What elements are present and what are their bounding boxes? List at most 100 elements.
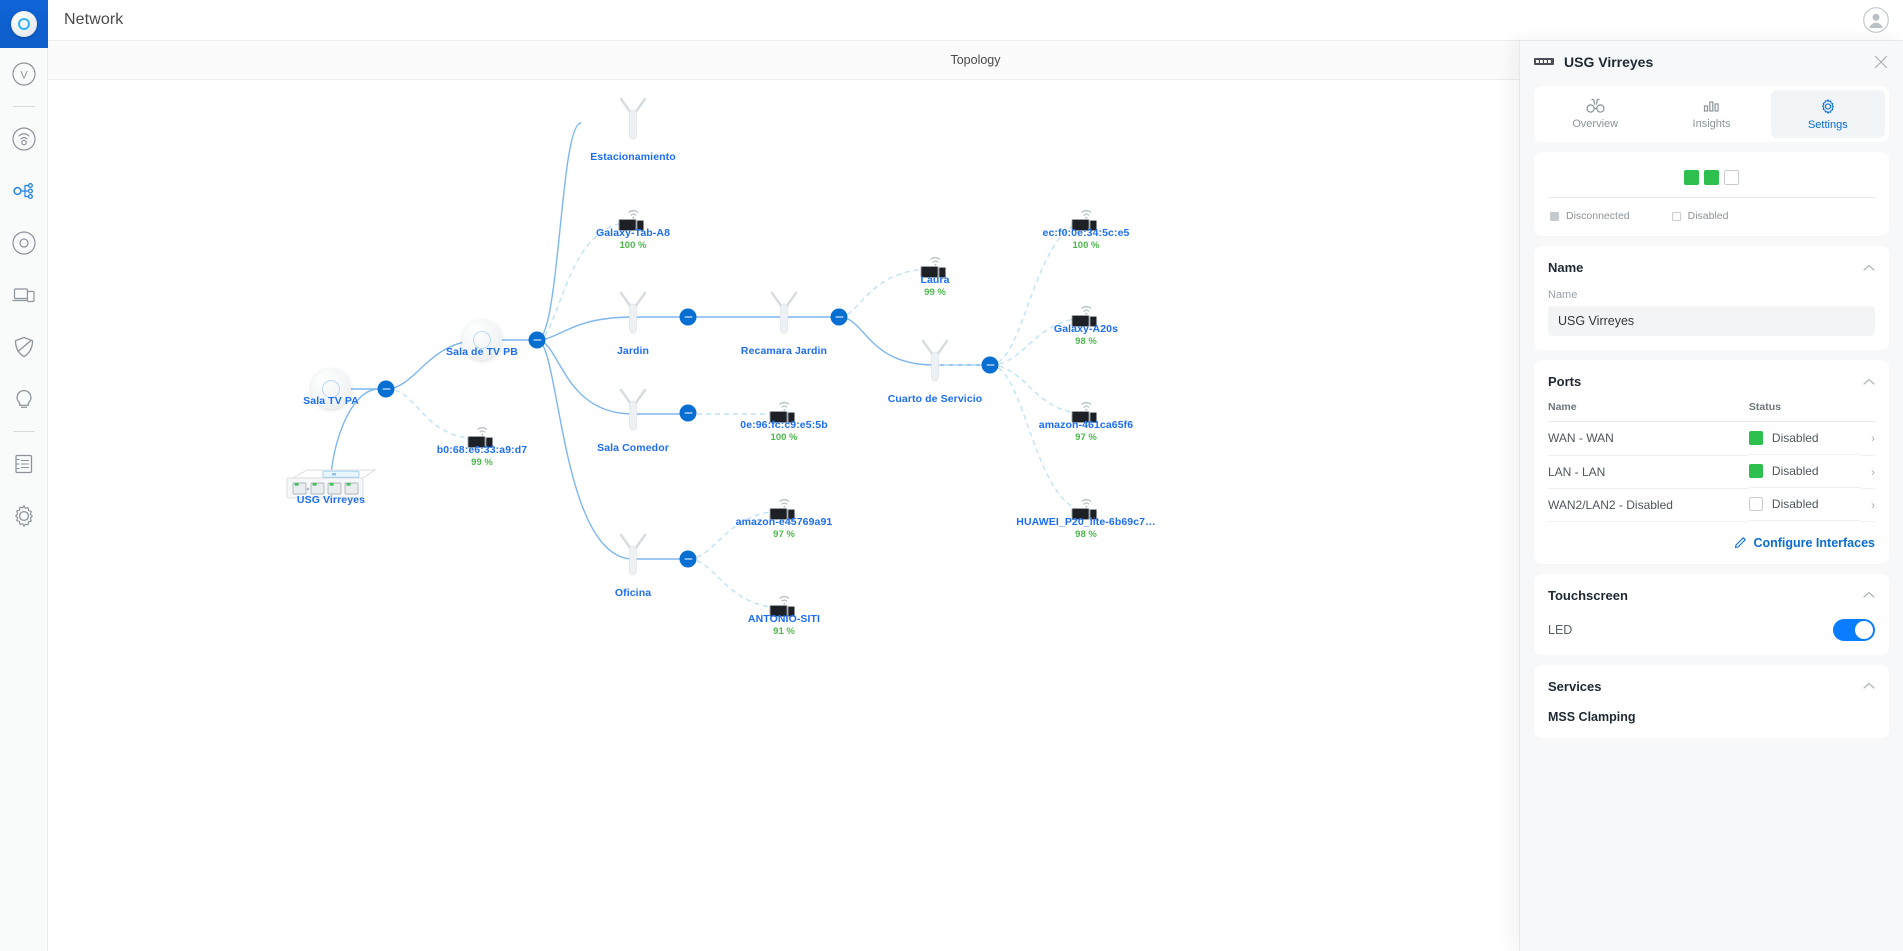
left-nav-rail: V (0, 0, 48, 951)
touchscreen-card: Touchscreen LED (1534, 574, 1889, 655)
wifi-circle-icon (11, 126, 37, 152)
sidebar-item-devices[interactable] (0, 217, 48, 269)
topology-node-b068[interactable]: b0:68:e6:33:a9:d799 % (467, 426, 497, 452)
port-row-chevron[interactable]: › (1861, 455, 1875, 488)
port-row-chevron[interactable]: › (1861, 488, 1875, 521)
led-toggle[interactable] (1833, 619, 1875, 641)
collapse-knob-salatvpb[interactable] (529, 332, 546, 349)
name-card: Name Name (1534, 246, 1889, 350)
sidebar-item-security[interactable] (0, 321, 48, 373)
node-labels: Galaxy-A20s98 % (1054, 323, 1118, 347)
collapse-knob-salacomedor[interactable] (680, 405, 697, 422)
topology-node-ecf0[interactable]: ec:f0:0e:34:5c:e5100 % (1071, 209, 1101, 235)
node-name: Oficina (615, 587, 651, 599)
topology-node-salacomedor[interactable]: Sala Comedor (616, 388, 650, 440)
topology-node-galaxya20s[interactable]: Galaxy-A20s98 % (1071, 305, 1101, 331)
topology-node-salatvpb[interactable]: Sala de TV PB (462, 320, 502, 360)
topology-node-jardin[interactable]: Jardin (616, 291, 650, 343)
sidebar-item-unifi-logo[interactable] (0, 0, 48, 48)
node-name: Jardin (617, 345, 649, 357)
collapse-knob-salatvpa[interactable] (378, 381, 395, 398)
name-input[interactable] (1548, 306, 1875, 336)
tab-insights-label: Insights (1693, 118, 1731, 130)
avatar[interactable] (1863, 7, 1889, 33)
node-labels: b0:68:e6:33:a9:d799 % (437, 444, 527, 468)
node-name: USG Virreyes (297, 494, 365, 506)
collapse-knob-recjardin[interactable] (831, 309, 848, 326)
node-labels: USG Virreyes (297, 494, 365, 506)
topology-node-laura[interactable]: Laura99 % (920, 256, 950, 282)
topology-node-antonio[interactable]: ANTONIO-SITI91 % (769, 595, 799, 621)
chevron-up-icon[interactable] (1863, 682, 1875, 690)
topology-node-amazon461[interactable]: amazon-461ca65f697 % (1071, 401, 1101, 427)
collapse-knob-oficina[interactable] (680, 551, 697, 568)
sidebar-item-clients[interactable] (0, 269, 48, 321)
touchscreen-section-header: Touchscreen (1548, 588, 1875, 603)
access-point-graphic (616, 388, 650, 440)
led-label: LED (1548, 623, 1572, 637)
node-labels: Laura99 % (920, 274, 949, 298)
sidebar-item-wifi[interactable] (0, 113, 48, 165)
node-name: Sala Comedor (597, 442, 669, 454)
node-signal-pct: 99 % (920, 287, 949, 298)
configure-interfaces-label: Configure Interfaces (1753, 536, 1875, 550)
topology-node-huawei[interactable]: HUAWEI_P20_lite-6b69c7…98 % (1071, 498, 1101, 524)
node-name: Estacionamiento (590, 151, 676, 163)
tab-settings[interactable]: Settings (1771, 90, 1885, 138)
collapse-knob-jardin[interactable] (680, 309, 697, 326)
port-box-0[interactable] (1684, 170, 1699, 185)
chevron-up-icon[interactable] (1863, 591, 1875, 599)
access-point-icon (616, 97, 650, 149)
table-row[interactable]: LAN - LANDisabled› (1548, 455, 1875, 488)
port-name: WAN - WAN (1548, 422, 1749, 456)
port-box-1[interactable] (1704, 170, 1719, 185)
port-status-swatch (1749, 497, 1763, 511)
topology-node-salatvpa[interactable]: Sala TV PA (311, 369, 351, 409)
topology-node-amazone457[interactable]: amazon-e45769a9197 % (769, 498, 799, 524)
tab-overview[interactable]: Overview (1538, 90, 1652, 138)
table-row[interactable]: WAN - WANDisabled› (1548, 422, 1875, 456)
sidebar-item-logs[interactable] (0, 438, 48, 490)
tab-settings-label: Settings (1808, 119, 1848, 131)
gear-icon (1819, 98, 1837, 115)
node-labels: Jardin (617, 345, 649, 357)
topology-node-cuartoserv[interactable]: Cuarto de Servicio (918, 339, 952, 391)
shield-icon (11, 334, 37, 360)
chevron-up-icon[interactable] (1863, 378, 1875, 386)
access-point-icon (767, 291, 801, 343)
topology-node-recjardin[interactable]: Recamara Jardin (767, 291, 801, 343)
node-labels: HUAWEI_P20_lite-6b69c7…98 % (1016, 516, 1155, 540)
port-row-chevron[interactable]: › (1861, 422, 1875, 456)
topology-node-galaxytaba8[interactable]: Galaxy-Tab-A8100 % (618, 209, 648, 235)
table-row[interactable]: WAN2/LAN2 - DisabledDisabled› (1548, 488, 1875, 521)
ports-table-header-row: Name Status (1548, 401, 1875, 422)
tab-insights[interactable]: Insights (1654, 90, 1768, 138)
list-notebook-icon (11, 451, 37, 477)
collapse-knob-cuartoserv[interactable] (982, 357, 999, 374)
node-labels: Oficina (615, 587, 651, 599)
node-name: amazon-e45769a91 (736, 516, 833, 528)
node-labels: Estacionamiento (590, 151, 676, 163)
sidebar-item-topology[interactable] (0, 165, 48, 217)
chevron-up-icon[interactable] (1863, 264, 1875, 272)
topology-node-0e96[interactable]: 0e:96:fc:c9:e5:5b100 % (769, 401, 799, 427)
rail-divider-2 (13, 431, 35, 432)
topology-node-estacion[interactable]: Estacionamiento (616, 97, 650, 149)
topology-node-oficina[interactable]: Oficina (616, 533, 650, 585)
svg-text:V: V (20, 70, 28, 82)
touchscreen-section-title: Touchscreen (1548, 588, 1628, 603)
configure-interfaces-link[interactable]: Configure Interfaces (1548, 536, 1875, 550)
name-field-label: Name (1548, 289, 1875, 301)
sidebar-item-settings[interactable] (0, 490, 48, 542)
sidebar-item-site-selector[interactable]: V (0, 48, 48, 100)
panel-body: Overview Insights Settings (1520, 82, 1903, 951)
close-icon[interactable] (1873, 54, 1889, 70)
port-status: Disabled (1749, 455, 1861, 488)
port-box-2[interactable] (1724, 170, 1739, 185)
led-row: LED (1548, 619, 1875, 641)
sidebar-item-insights[interactable] (0, 373, 48, 425)
topology-node-usg[interactable]: USG Virreyes (285, 466, 377, 510)
topology-icon (11, 178, 37, 204)
panel-header: USG Virreyes (1520, 41, 1903, 82)
node-name: 0e:96:fc:c9:e5:5b (740, 419, 828, 431)
